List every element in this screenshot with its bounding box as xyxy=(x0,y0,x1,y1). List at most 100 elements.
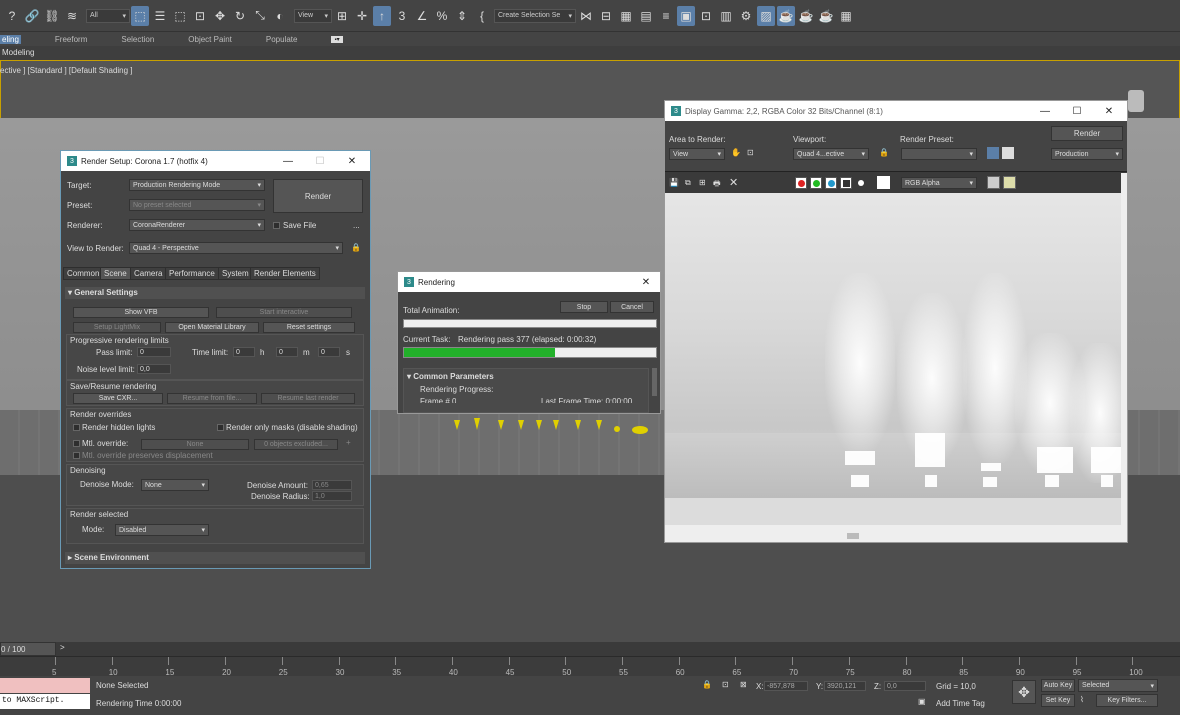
render-production-icon[interactable]: ☕ xyxy=(777,5,795,26)
rendering-scrollbar[interactable] xyxy=(652,368,657,396)
denoise-mode-dropdown[interactable]: None xyxy=(141,479,209,491)
frame-buffer-titlebar[interactable]: 3 Display Gamma: 2,2, RGBA Color 32 Bits… xyxy=(665,101,1127,121)
absolute-mode-icon[interactable]: ⊠ xyxy=(740,680,747,689)
ribbon-toggle-icon[interactable]: ▪▾ xyxy=(331,35,343,43)
light-gizmo[interactable] xyxy=(474,418,480,430)
save-image-icon[interactable]: 💾 xyxy=(669,178,679,187)
render-only-masks-checkbox[interactable] xyxy=(217,424,224,431)
snaps-icon[interactable]: 3 xyxy=(393,6,411,26)
rendered-image[interactable] xyxy=(665,193,1121,525)
open-material-library-button[interactable]: Open Material Library xyxy=(165,322,259,333)
save-file-checkbox[interactable] xyxy=(273,222,280,229)
link-icon[interactable]: 🔗 xyxy=(23,6,41,26)
reset-settings-button[interactable]: Reset settings xyxy=(263,322,355,333)
light-gizmo[interactable] xyxy=(498,420,504,430)
render-iterative-icon[interactable]: ☕ xyxy=(797,6,815,26)
ribbon-tab-freeform[interactable]: Freeform xyxy=(55,35,87,44)
light-gizmo[interactable] xyxy=(614,426,620,432)
denoise-radius-spinner[interactable]: 1,0 xyxy=(312,491,352,501)
image-info-icon[interactable] xyxy=(1003,176,1016,189)
window-crossing-icon[interactable]: ⊡ xyxy=(191,6,209,26)
area-to-render-dropdown[interactable]: View xyxy=(669,148,725,160)
y-coord-field[interactable]: 3920,121 xyxy=(824,681,866,691)
render-setup-icon[interactable]: ⚙ xyxy=(737,6,755,26)
light-gizmo[interactable] xyxy=(553,420,559,430)
lock-icon[interactable]: 🔒 xyxy=(879,148,889,157)
render-button[interactable]: Render xyxy=(273,179,363,213)
toggle-layer-explorer-icon[interactable]: ▤ xyxy=(637,6,655,26)
ribbon-tab-populate[interactable]: Populate xyxy=(266,35,298,44)
key-selection-dropdown[interactable]: Selected xyxy=(1078,679,1158,692)
edit-region-icon[interactable]: ✋ xyxy=(731,148,741,157)
selection-filter-select[interactable]: All ▾ xyxy=(86,8,130,23)
close-icon[interactable]: ✕ xyxy=(1095,101,1123,121)
maximize-icon[interactable]: ☐ xyxy=(306,151,334,171)
scene-environment-rollout[interactable]: ▸ Scene Environment xyxy=(65,552,365,564)
horizontal-scrollbar[interactable] xyxy=(665,525,1127,542)
toggle-scene-explorer-icon[interactable]: ▦ xyxy=(617,6,635,26)
time-slider-thumb[interactable]: 0 / 100 xyxy=(0,642,56,656)
clear-icon[interactable]: ✕ xyxy=(729,176,738,189)
ribbon-icon[interactable]: ≡ xyxy=(657,6,675,26)
named-selection-set-select[interactable]: Create Selection Se ▾ xyxy=(494,8,576,23)
bind-spacewarp-icon[interactable]: ≋ xyxy=(63,6,81,26)
render-setup-titlebar[interactable]: 3 Render Setup: Corona 1.7 (hotfix 4) — … xyxy=(61,151,370,171)
close-icon[interactable]: ✕ xyxy=(338,151,366,171)
add-time-tag-label[interactable]: Add Time Tag xyxy=(936,699,985,708)
more-button[interactable]: ... xyxy=(353,221,360,230)
maxscript-listener-top[interactable] xyxy=(0,678,90,693)
rotate-icon[interactable]: ↻ xyxy=(231,6,249,26)
place-icon[interactable]: ◐ xyxy=(271,6,289,26)
render-hidden-lights-checkbox[interactable] xyxy=(73,424,80,431)
tab-scene[interactable]: Scene xyxy=(100,267,131,280)
select-object-icon[interactable]: ⬚ xyxy=(131,5,149,26)
general-settings-rollout[interactable]: ▾ General Settings xyxy=(65,287,365,299)
alpha-channel-toggle[interactable] xyxy=(840,177,852,189)
viewport-label[interactable]: ective ] [Standard ] [Default Shading ] xyxy=(0,66,133,75)
mtl-preserves-checkbox[interactable] xyxy=(73,452,80,459)
schematic-view-icon[interactable]: ⊡ xyxy=(697,6,715,26)
setup-lightmix-button[interactable]: Setup LightMix xyxy=(73,322,161,333)
light-gizmo[interactable] xyxy=(536,420,542,430)
display-toggle-icon[interactable] xyxy=(987,176,1000,189)
green-channel-toggle[interactable] xyxy=(810,177,822,189)
resume-last-render-button[interactable]: Resume last render xyxy=(261,393,355,404)
maxscript-input[interactable]: to MAXScript. xyxy=(0,694,90,709)
vfb-render-button[interactable]: Render xyxy=(1051,126,1123,141)
light-gizmo[interactable] xyxy=(454,420,460,430)
vertical-scrollbar[interactable] xyxy=(1121,173,1127,525)
rendered-frame-window-icon[interactable]: ▨ xyxy=(757,5,775,26)
save-cxr-button[interactable]: Save CXR... xyxy=(73,393,163,404)
renderer-dropdown[interactable]: CoronaRenderer xyxy=(129,219,265,231)
pass-limit-spinner[interactable]: 0 xyxy=(137,347,171,357)
render-active-shade-icon[interactable]: ☕ xyxy=(817,6,835,26)
viewcube-icon[interactable] xyxy=(1128,90,1144,112)
show-vfb-button[interactable]: Show VFB xyxy=(73,307,209,318)
set-key-icon[interactable]: ✥ xyxy=(1012,680,1036,704)
maximize-icon[interactable]: ☐ xyxy=(1063,101,1091,121)
reference-coord-select[interactable]: View ▾ xyxy=(294,8,332,23)
view-to-render-dropdown[interactable]: Quad 4 - Perspective xyxy=(129,242,343,254)
close-icon[interactable]: ✕ xyxy=(632,272,660,292)
z-coord-field[interactable]: 0,0 xyxy=(884,681,926,691)
clear-color-swatch[interactable] xyxy=(877,176,890,189)
tab-system[interactable]: System xyxy=(218,267,253,280)
key-mode-icon[interactable]: ⌇ xyxy=(1080,695,1084,704)
mtl-override-material-button[interactable]: None xyxy=(141,439,249,450)
percent-snap-icon[interactable]: % xyxy=(433,6,451,26)
stop-button[interactable]: Stop xyxy=(560,301,608,313)
ribbon-tab-modeling[interactable]: eling xyxy=(0,34,21,44)
denoise-amount-spinner[interactable]: 0,65 xyxy=(312,480,352,490)
print-image-icon[interactable]: 🖶 xyxy=(713,178,721,192)
unlink-icon[interactable]: ⛓ xyxy=(43,6,61,26)
minimize-icon[interactable]: — xyxy=(1031,101,1059,121)
time-tag-icon[interactable]: ▣ xyxy=(918,697,926,706)
target-dropdown[interactable]: Production Rendering Mode xyxy=(129,179,265,191)
monochrome-toggle[interactable] xyxy=(858,180,864,186)
minimize-icon[interactable]: — xyxy=(274,151,302,171)
lock-icon[interactable]: 🔒 xyxy=(351,243,361,252)
time-limit-seconds[interactable]: 0 xyxy=(318,347,340,357)
set-key-button[interactable]: Set Key xyxy=(1041,694,1075,707)
viewport-dropdown[interactable]: Quad 4...ective xyxy=(793,148,869,160)
tab-camera[interactable]: Camera xyxy=(130,267,167,280)
